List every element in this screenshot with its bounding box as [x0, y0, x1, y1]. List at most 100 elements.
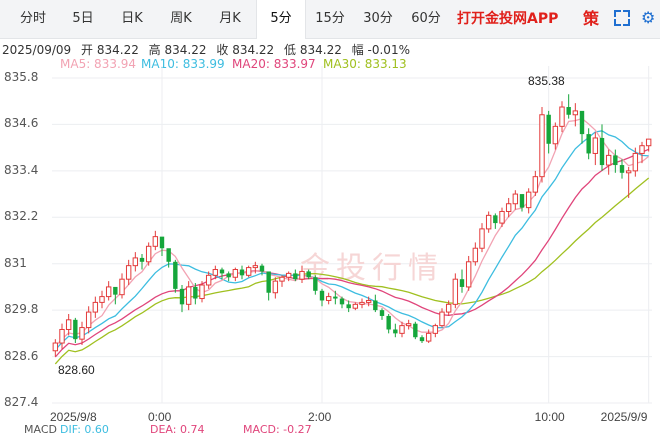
candle-body — [245, 267, 252, 276]
candle-body — [132, 257, 139, 267]
candle-body — [532, 176, 539, 193]
candle-body — [352, 303, 359, 309]
y-tick-label: 827.4 — [4, 395, 39, 409]
low-annotation: 828.60 — [58, 363, 95, 377]
candle-body — [452, 278, 459, 305]
candle-body — [113, 286, 118, 295]
candle-body — [313, 277, 318, 291]
x-tick-label: 0:00 — [148, 410, 172, 424]
y-tick-label: 829.8 — [4, 302, 39, 317]
candle-body — [552, 125, 559, 145]
candle-body — [613, 155, 618, 166]
candle-body — [459, 279, 465, 287]
macd-value: MACD: -0.27 — [243, 423, 312, 436]
candle-body — [425, 332, 432, 342]
candle-body — [479, 228, 485, 249]
candle-body — [472, 247, 479, 263]
candle-body — [119, 278, 125, 296]
candle-body — [619, 165, 625, 173]
candle-body — [465, 261, 472, 288]
candle-body — [52, 342, 59, 352]
candle-body — [393, 329, 398, 334]
candle-body — [386, 315, 391, 330]
candle-body — [259, 265, 265, 272]
candle-body — [365, 299, 372, 303]
candle-body — [572, 110, 579, 116]
candle-body — [193, 286, 198, 299]
candle-body — [205, 274, 212, 286]
candle-body — [59, 328, 65, 344]
candle-body — [546, 114, 551, 144]
candle-body — [432, 325, 439, 334]
candle-body — [346, 304, 351, 309]
x-tick-label: 2025/9/9 — [600, 410, 648, 424]
candle-body — [85, 311, 92, 329]
ma10-line — [54, 130, 649, 351]
y-tick-label: 835.8 — [4, 70, 39, 84]
candle-body — [212, 269, 219, 276]
candle-body — [199, 284, 205, 300]
candle-body — [219, 269, 225, 274]
y-tick-label: 833.4 — [4, 162, 39, 177]
candle-body — [339, 298, 345, 305]
candle-body — [125, 265, 132, 280]
candles — [52, 94, 652, 357]
high-annotation: 835.38 — [528, 74, 565, 88]
candle-body — [373, 300, 378, 311]
candle-body — [226, 273, 231, 278]
candle-body — [599, 137, 605, 166]
macd-dea: DEA: 0.74 — [150, 423, 205, 436]
candle-body — [485, 214, 492, 230]
candle-body — [379, 310, 385, 316]
candle-body — [413, 323, 418, 338]
candle-body — [586, 134, 591, 154]
candle-body — [645, 138, 652, 147]
candle-body — [252, 265, 259, 269]
candle-body — [92, 301, 99, 313]
candle-body — [306, 271, 311, 278]
candle-body — [266, 271, 271, 293]
candle-body — [285, 272, 292, 278]
candle-body — [559, 106, 565, 127]
candle-body — [299, 270, 305, 280]
candle-body — [319, 290, 325, 301]
candle-body — [272, 280, 279, 294]
ma5-line — [54, 117, 650, 347]
candle-body — [333, 296, 338, 299]
candle-body — [445, 303, 452, 313]
candle-body — [539, 114, 545, 178]
candle-body — [499, 210, 505, 224]
candle-body — [139, 257, 145, 262]
candle-body — [592, 137, 599, 154]
candle-body — [493, 215, 498, 224]
candle-body — [519, 194, 525, 208]
candle-body — [359, 301, 365, 305]
candle-body — [625, 170, 632, 174]
candle-body — [293, 273, 298, 280]
x-tick-label: 2025/9/8 — [50, 410, 97, 424]
candle-body — [232, 269, 239, 278]
candle-body — [405, 323, 412, 327]
candle-body — [105, 286, 112, 298]
candle-body — [73, 319, 78, 340]
candle-body — [239, 269, 245, 276]
candlestick-chart[interactable]: 金投行情 — [0, 0, 660, 429]
candle-body — [605, 154, 612, 166]
candle-body — [439, 311, 445, 327]
candle-body — [79, 327, 85, 340]
y-tick-label: 834.6 — [4, 116, 39, 131]
candle-body — [279, 276, 285, 282]
candle-body — [159, 236, 165, 249]
candle-body — [325, 296, 332, 301]
candle-body — [185, 286, 192, 305]
candle-body — [579, 110, 585, 135]
macd-label: MACD — [24, 423, 57, 436]
candle-body — [632, 152, 639, 172]
candle-body — [99, 296, 105, 303]
x-tick-label: 10:00 — [534, 410, 565, 424]
candle-body — [399, 325, 405, 334]
candle-body — [65, 319, 72, 330]
candle-body — [566, 107, 571, 115]
candle-body — [152, 236, 159, 247]
candle-body — [145, 245, 152, 263]
